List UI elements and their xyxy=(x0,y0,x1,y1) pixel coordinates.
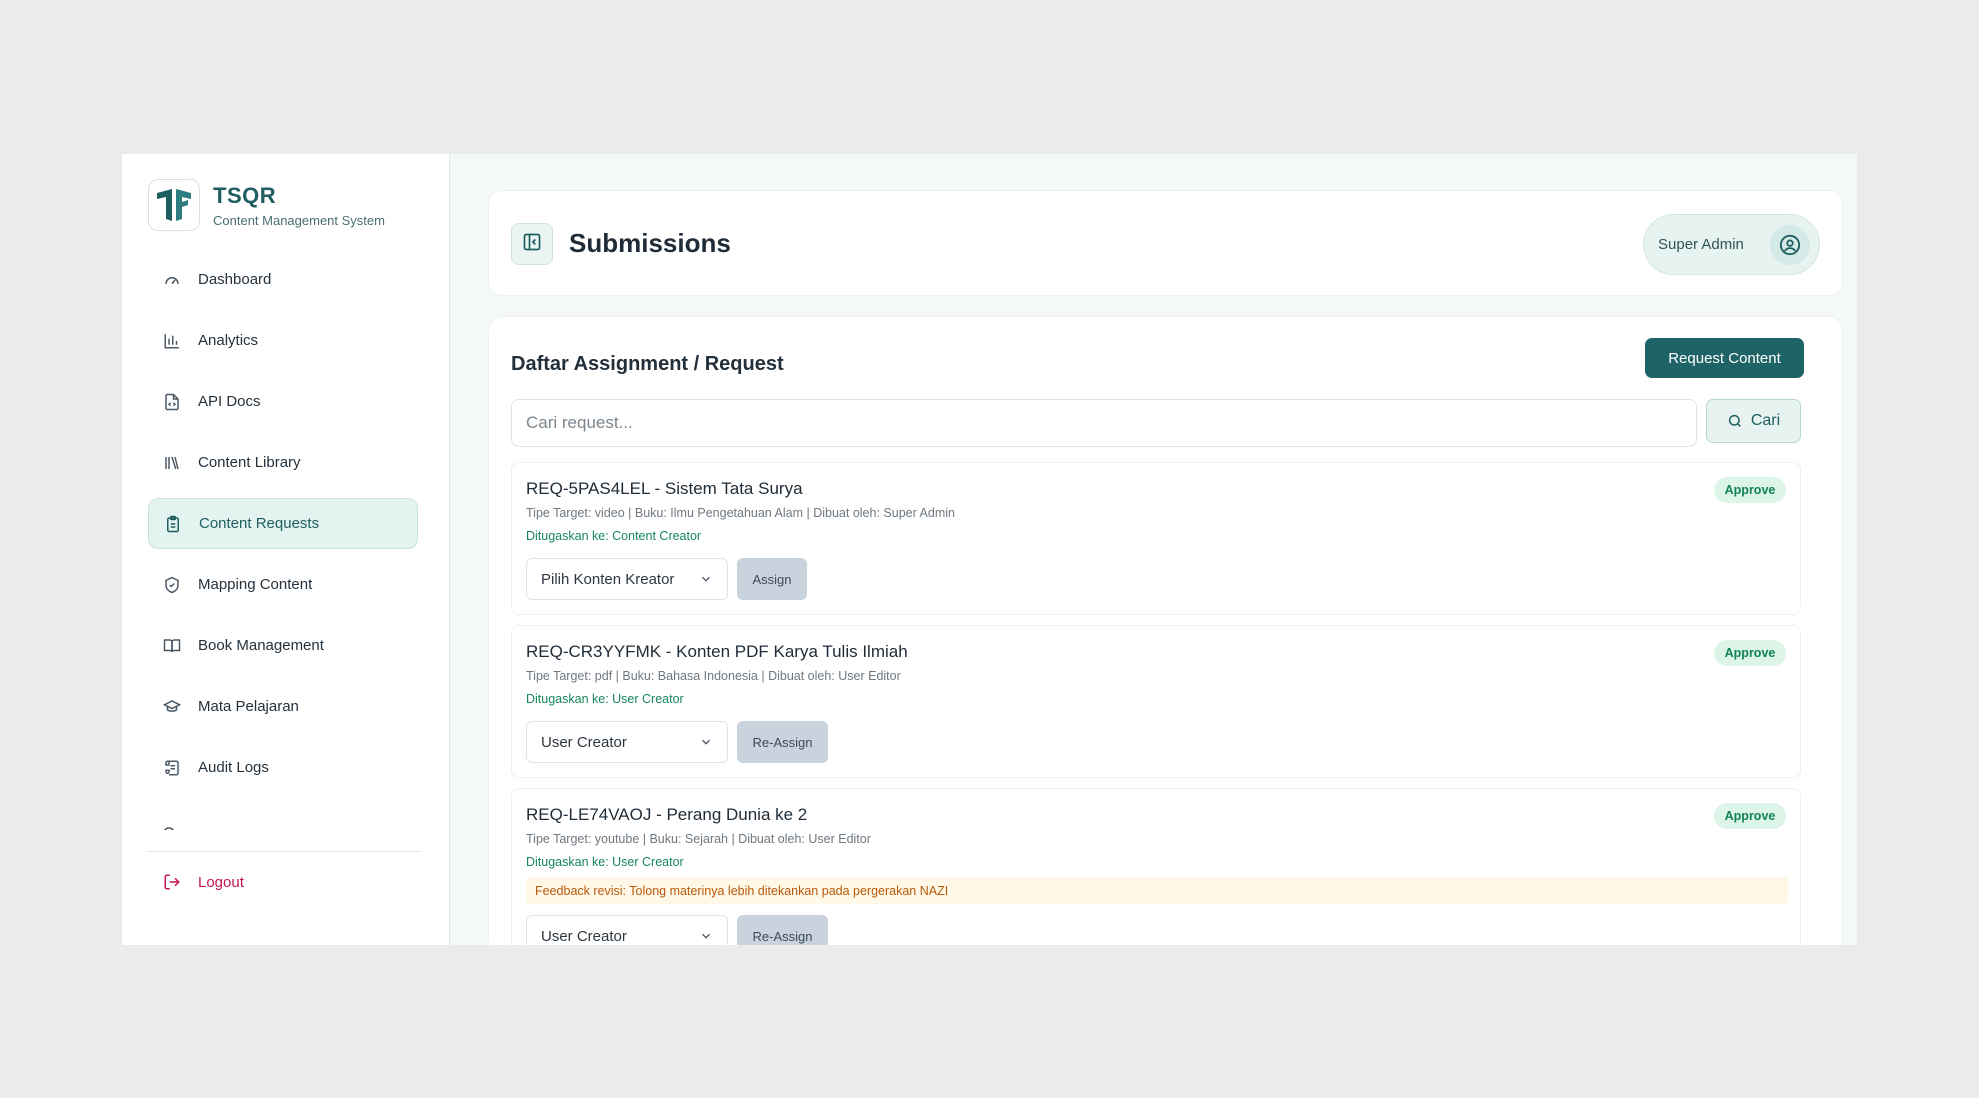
sidebar-item-content-library[interactable]: Content Library xyxy=(148,437,418,488)
creator-select[interactable]: User Creator xyxy=(526,915,728,945)
sidebar-item-clipped xyxy=(162,824,222,830)
chevron-down-icon xyxy=(699,929,713,945)
file-code-icon xyxy=(162,392,182,412)
request-title: REQ-5PAS4LEL - Sistem Tata Surya xyxy=(526,479,803,498)
brand[interactable]: TSQR Content Management System xyxy=(148,179,385,231)
logout-button[interactable]: Logout xyxy=(162,872,244,892)
status-badge: Approve xyxy=(1714,640,1786,666)
brand-title: TSQR xyxy=(213,182,277,208)
requests-panel: Daftar Assignment / Request Request Cont… xyxy=(488,316,1843,945)
chevron-down-icon xyxy=(699,735,713,753)
sidebar-item-label: Mapping Content xyxy=(198,576,313,593)
search-button[interactable]: Cari xyxy=(1706,399,1801,443)
scroll-icon xyxy=(162,758,182,778)
status-badge: Approve xyxy=(1714,803,1786,829)
sidebar-item-label: API Docs xyxy=(198,393,261,410)
creator-select-value: User Creator xyxy=(541,733,627,751)
library-icon xyxy=(162,453,182,473)
graduation-cap-icon xyxy=(162,697,182,717)
request-content-button[interactable]: Request Content xyxy=(1645,338,1804,378)
reassign-button[interactable]: Re-Assign xyxy=(737,915,828,945)
assign-button[interactable]: Assign xyxy=(737,558,807,600)
sidebar-item-api-docs[interactable]: API Docs xyxy=(148,376,418,427)
sidebar-item-content-requests[interactable]: Content Requests xyxy=(148,498,418,549)
panel-left-close-icon xyxy=(522,232,542,257)
brand-logo xyxy=(148,179,200,231)
bar-chart-icon xyxy=(162,331,182,351)
sidebar-item-label: Content Requests xyxy=(199,515,320,532)
sidebar-item-label: Mata Pelajaran xyxy=(198,698,299,715)
gauge-icon xyxy=(162,270,182,290)
sidebar-item-label: Content Library xyxy=(198,454,301,471)
page-header: Submissions Super Admin xyxy=(488,190,1843,296)
request-meta: Tipe Target: video | Buku: Ilmu Pengetah… xyxy=(526,506,955,520)
search-input[interactable] xyxy=(511,399,1697,447)
request-assignee: Ditugaskan ke: User Creator xyxy=(526,692,684,706)
request-assignee: Ditugaskan ke: User Creator xyxy=(526,855,684,869)
request-card: REQ-5PAS4LEL - Sistem Tata Surya Tipe Ta… xyxy=(511,462,1801,615)
sidebar-item-mapping-content[interactable]: Mapping Content xyxy=(148,559,418,610)
sidebar-divider xyxy=(148,851,421,852)
user-circle-icon xyxy=(1770,225,1810,265)
request-title: REQ-CR3YYFMK - Konten PDF Karya Tulis Il… xyxy=(526,642,908,661)
logout-label: Logout xyxy=(198,873,244,891)
creator-select[interactable]: Pilih Konten Kreator xyxy=(526,558,728,600)
sidebar-item-mata-pelajaran[interactable]: Mata Pelajaran xyxy=(148,681,418,732)
panel-title: Daftar Assignment / Request xyxy=(511,353,784,375)
request-card: REQ-LE74VAOJ - Perang Dunia ke 2 Tipe Ta… xyxy=(511,788,1801,945)
sidebar-item-audit-logs[interactable]: Audit Logs xyxy=(148,742,418,793)
revision-feedback: Feedback revisi: Tolong materinya lebih … xyxy=(526,877,1788,904)
collapse-sidebar-button[interactable] xyxy=(511,223,553,265)
request-title: REQ-LE74VAOJ - Perang Dunia ke 2 xyxy=(526,805,808,824)
reassign-button[interactable]: Re-Assign xyxy=(737,721,828,763)
sidebar-item-label: Dashboard xyxy=(198,271,272,288)
request-meta: Tipe Target: pdf | Buku: Bahasa Indonesi… xyxy=(526,669,901,683)
creator-select-value: Pilih Konten Kreator xyxy=(541,570,675,588)
search-button-label: Cari xyxy=(1750,412,1781,429)
creator-select[interactable]: User Creator xyxy=(526,721,728,763)
status-badge: Approve xyxy=(1714,477,1786,503)
page-title: Submissions xyxy=(569,228,731,258)
sidebar-item-analytics[interactable]: Analytics xyxy=(148,315,418,366)
creator-select-value: User Creator xyxy=(541,927,627,945)
logout-icon xyxy=(162,872,182,892)
sidebar-item-label: Analytics xyxy=(198,332,259,349)
request-card: REQ-CR3YYFMK - Konten PDF Karya Tulis Il… xyxy=(511,625,1801,778)
chevron-down-icon xyxy=(699,572,713,590)
user-name: Super Admin xyxy=(1658,236,1744,253)
clipboard-icon xyxy=(163,514,183,534)
shield-check-icon xyxy=(162,575,182,595)
sidebar-nav: Dashboard Analytics API Docs Content Lib… xyxy=(148,254,418,803)
sidebar-item-label: Book Management xyxy=(198,637,324,654)
sidebar-item-book-management[interactable]: Book Management xyxy=(148,620,418,671)
main-content: Submissions Super Admin Daftar Assignmen… xyxy=(450,154,1857,945)
sidebar-item-label: Audit Logs xyxy=(198,759,269,776)
user-menu[interactable]: Super Admin xyxy=(1643,214,1820,275)
app-window: TSQR Content Management System Dashboard… xyxy=(122,154,1857,945)
search-icon xyxy=(1728,414,1741,427)
sidebar: TSQR Content Management System Dashboard… xyxy=(122,154,450,945)
brand-subtitle: Content Management System xyxy=(213,212,385,228)
book-open-icon xyxy=(162,636,182,656)
sidebar-item-dashboard[interactable]: Dashboard xyxy=(148,254,418,305)
request-assignee: Ditugaskan ke: Content Creator xyxy=(526,529,702,543)
request-meta: Tipe Target: youtube | Buku: Sejarah | D… xyxy=(526,832,871,846)
